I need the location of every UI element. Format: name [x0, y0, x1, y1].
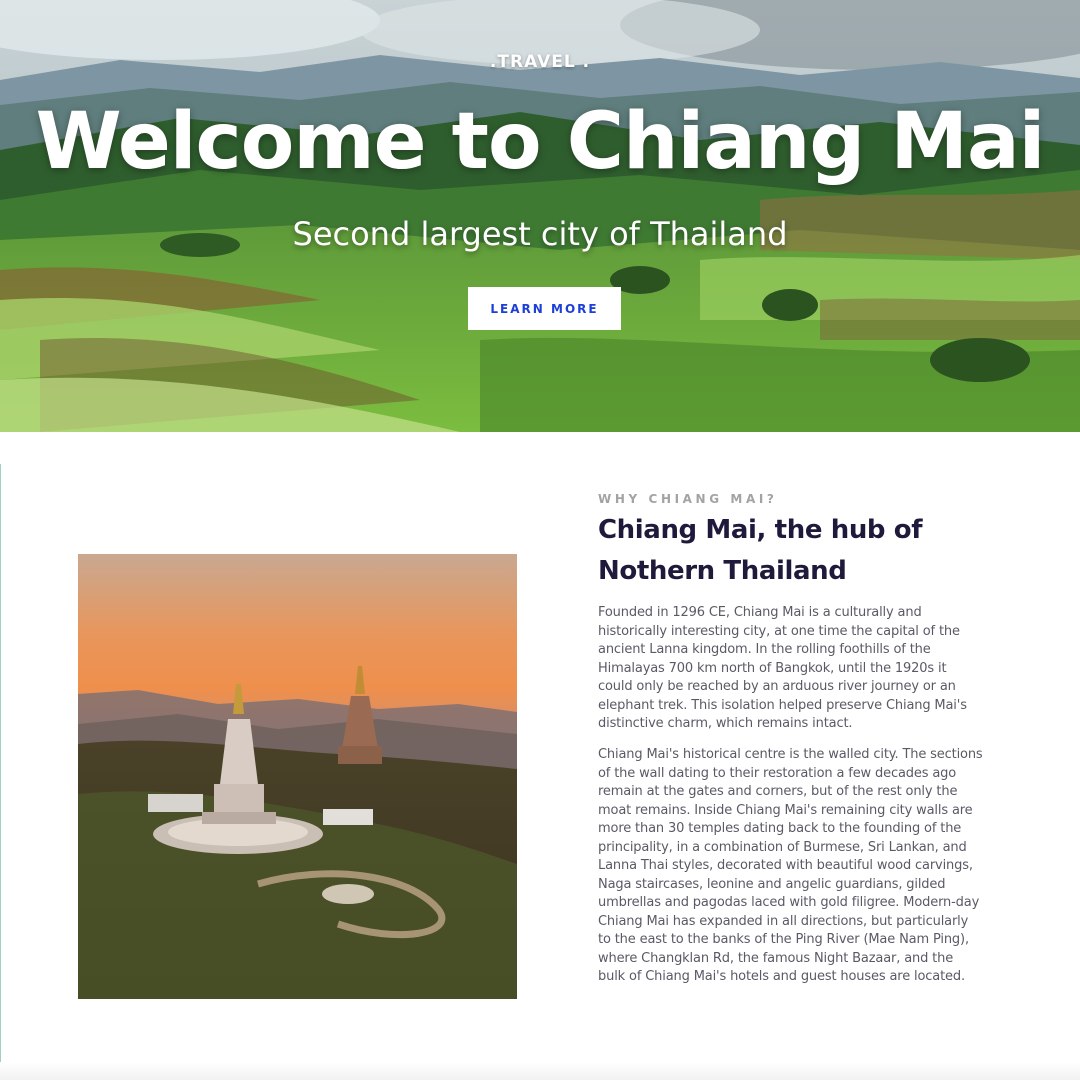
- temple-photo: [78, 554, 517, 999]
- learn-more-button[interactable]: LEARN MORE: [468, 287, 621, 330]
- left-divider: [0, 464, 1, 1080]
- next-section-edge: [0, 1062, 1080, 1080]
- hero-section: .TRAVEL . Welcome to Chiang Mai Second l…: [0, 0, 1080, 432]
- brand-wordmark: .TRAVEL .: [489, 52, 591, 72]
- pagodas-image: [78, 554, 517, 999]
- section-eyebrow: WHY CHIANG MAI?: [598, 492, 778, 506]
- hero-title: Welcome to Chiang Mai: [35, 97, 1046, 187]
- hero-subtitle: Second largest city of Thailand: [292, 215, 788, 253]
- section-heading: Chiang Mai, the hub of Nothern Thailand: [598, 515, 923, 586]
- paragraph-history: Founded in 1296 CE, Chiang Mai is a cult…: [598, 605, 967, 731]
- paragraph-walled-city: Chiang Mai's historical centre is the wa…: [598, 747, 983, 984]
